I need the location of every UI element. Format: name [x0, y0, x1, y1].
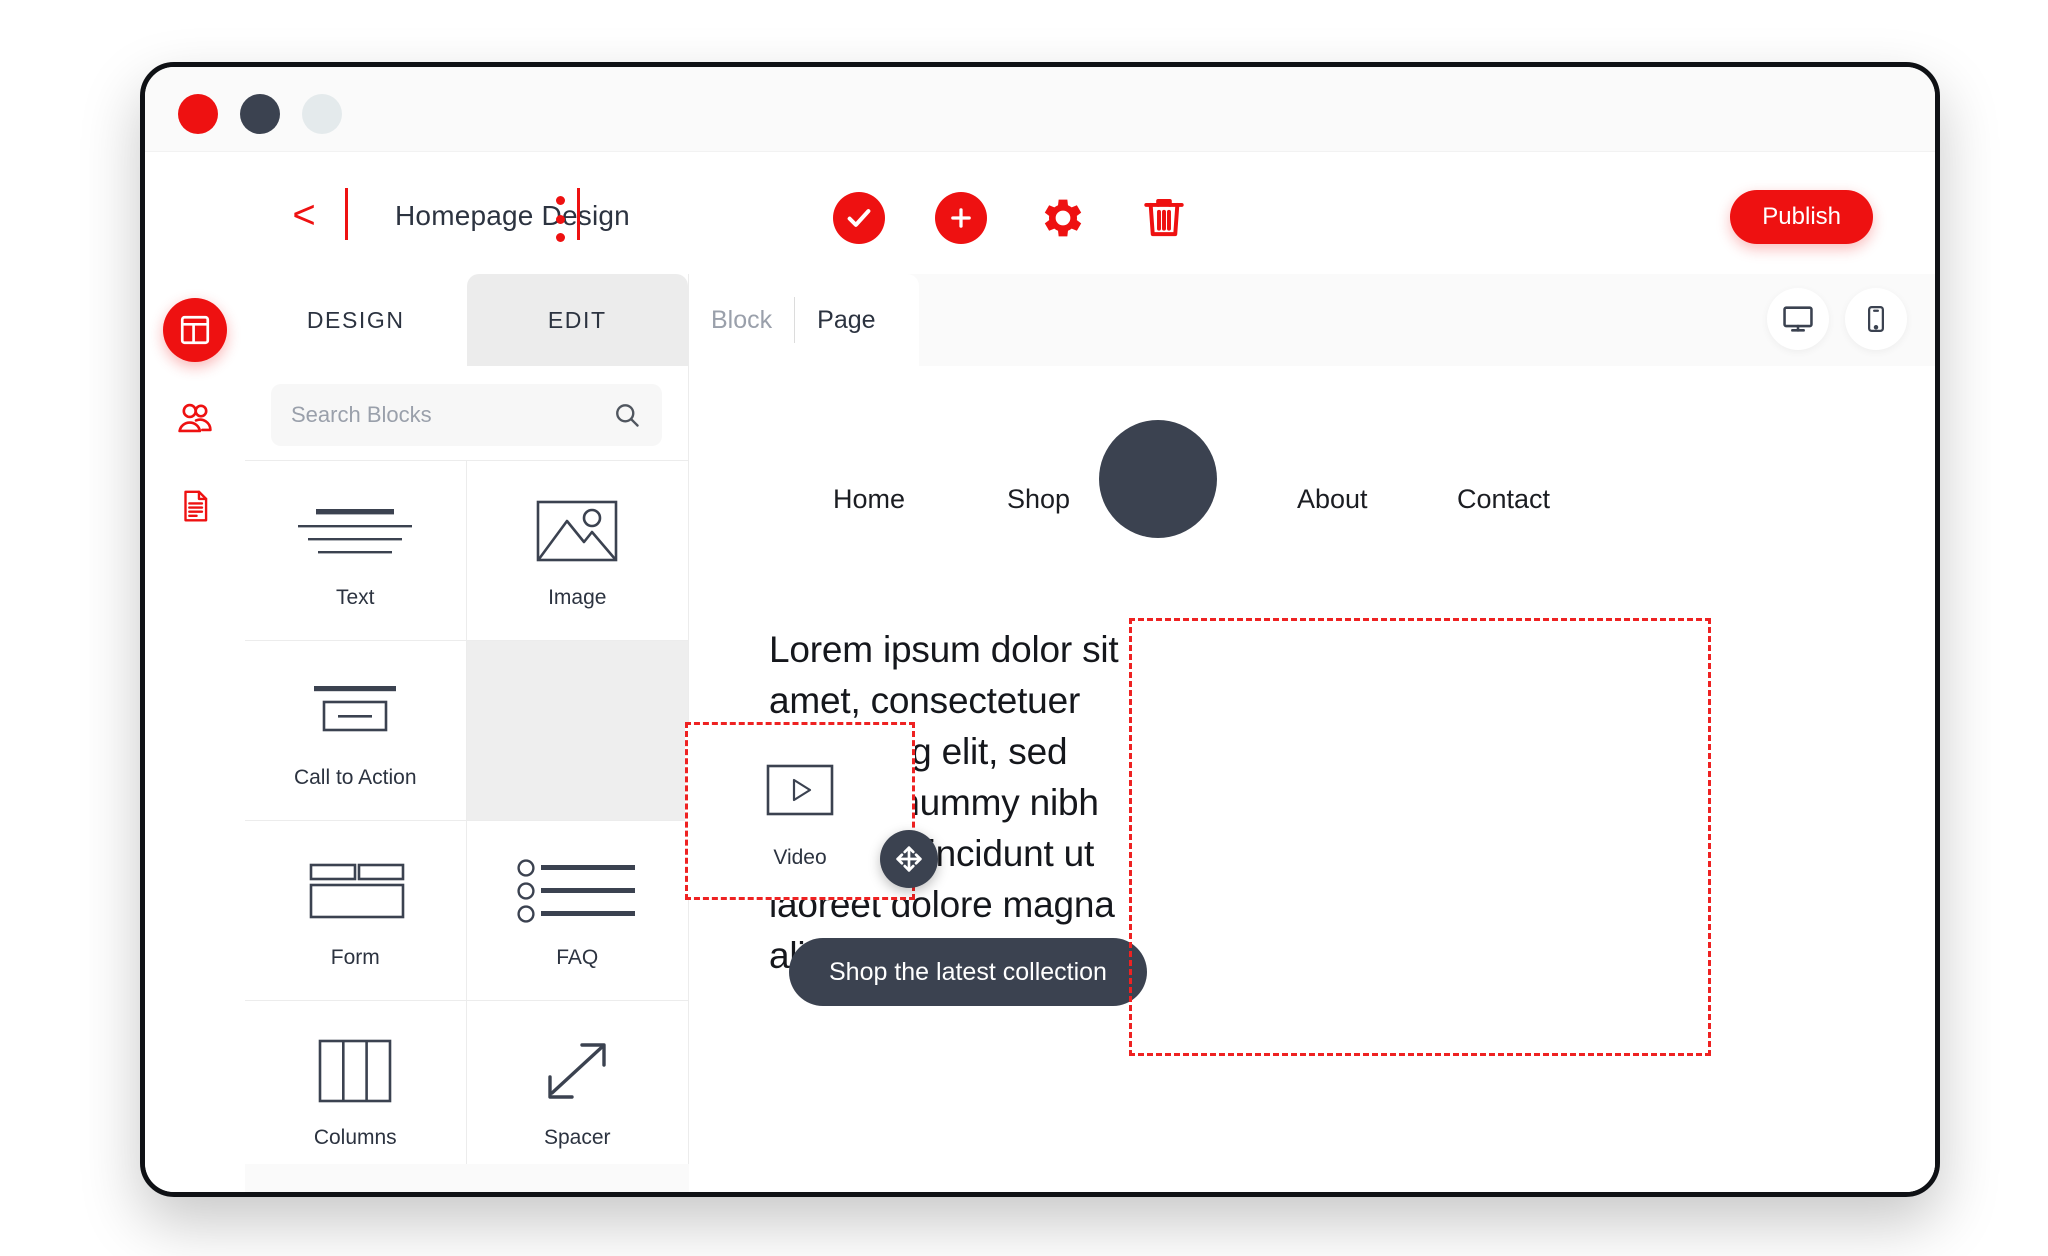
site-nav: Home Shop About Contact — [689, 396, 1935, 556]
settings-button[interactable] — [1037, 192, 1089, 244]
columns-icon — [315, 1032, 395, 1110]
search-box[interactable] — [271, 384, 662, 446]
toolbar-actions — [833, 192, 1191, 244]
tab-block[interactable]: Block — [689, 306, 794, 335]
desktop-view-button[interactable] — [1767, 288, 1829, 350]
video-icon — [754, 752, 846, 830]
publish-button[interactable]: Publish — [1730, 190, 1873, 244]
block-label: Text — [335, 585, 375, 609]
spacer-arrow-icon — [538, 1032, 616, 1110]
nav-link-contact[interactable]: Contact — [1457, 484, 1550, 515]
nav-link-about[interactable]: About — [1297, 484, 1368, 515]
cta-icon — [300, 672, 410, 750]
block-item-image[interactable]: Image — [466, 461, 688, 641]
block-label: Columns — [313, 1125, 397, 1149]
app-window: < Homepage Design Publish DESIGN EDIT Se… — [140, 62, 1940, 1197]
sidebar-item-layout[interactable] — [163, 298, 227, 362]
search-container — [245, 366, 688, 460]
maximize-window-button[interactable] — [302, 94, 342, 134]
window-titlebar — [145, 67, 1935, 152]
block-label: Spacer — [543, 1125, 611, 1149]
search-icon[interactable] — [612, 400, 662, 430]
device-toggle — [1767, 288, 1907, 350]
approve-button[interactable] — [833, 192, 885, 244]
block-item-text[interactable]: Text — [245, 461, 467, 641]
tab-design[interactable]: DESIGN — [245, 274, 467, 366]
sidebar-item-pages[interactable] — [163, 474, 227, 538]
minimize-window-button[interactable] — [240, 94, 280, 134]
block-grid: Text Image Call to Action Form FAQ Colum… — [245, 460, 688, 1181]
move-icon[interactable] — [880, 830, 938, 888]
block-item-spacer[interactable]: Spacer — [466, 1001, 688, 1181]
block-label: FAQ — [556, 945, 599, 969]
users-icon — [178, 403, 212, 433]
block-label: Image — [548, 585, 607, 609]
page-title: Homepage Design — [395, 200, 630, 231]
shop-latest-collection-button[interactable]: Shop the latest collection — [789, 938, 1147, 1006]
panel-bottom-strip — [245, 1164, 689, 1192]
search-input[interactable] — [271, 384, 612, 446]
left-rail — [145, 274, 245, 1192]
nav-link-shop[interactable]: Shop — [1007, 484, 1070, 515]
faq-icon — [515, 852, 639, 930]
block-item-call-to-action[interactable]: Call to Action — [245, 641, 467, 821]
toolbar-divider-left — [345, 188, 348, 240]
image-icon — [534, 492, 620, 570]
text-lines-icon — [290, 492, 420, 570]
back-icon[interactable]: < — [283, 194, 325, 236]
document-icon — [184, 490, 208, 522]
nav-link-home[interactable]: Home — [833, 484, 905, 515]
drag-preview-label: Video — [773, 846, 827, 869]
form-icon — [305, 852, 405, 930]
block-label: Call to Action — [293, 765, 417, 789]
block-label: Form — [330, 945, 380, 969]
layout-icon — [180, 315, 210, 345]
delete-button[interactable] — [1139, 192, 1191, 244]
sidebar-item-people[interactable] — [163, 386, 227, 450]
smartphone-icon — [1868, 306, 1884, 332]
close-window-button[interactable] — [178, 94, 218, 134]
tab-edit[interactable]: EDIT — [466, 274, 688, 366]
panel-tabs: DESIGN EDIT — [245, 274, 688, 366]
monitor-icon — [1783, 306, 1813, 332]
check-circle-icon — [833, 192, 885, 244]
gear-icon — [1044, 199, 1082, 237]
canvas-topbar: Block Page — [689, 274, 1935, 366]
block-item-form[interactable]: Form — [245, 821, 467, 1001]
block-item-video[interactable] — [466, 641, 688, 821]
site-logo[interactable] — [1099, 420, 1217, 538]
toolbar-divider-right — [577, 188, 580, 240]
canvas-tabs: Block Page — [689, 274, 919, 366]
block-item-columns[interactable]: Columns — [245, 1001, 467, 1181]
editor-toolbar: < Homepage Design Publish — [145, 152, 1935, 274]
block-item-faq[interactable]: FAQ — [466, 821, 688, 1001]
tab-page[interactable]: Page — [795, 306, 897, 335]
add-button[interactable] — [935, 192, 987, 244]
drag-preview-video[interactable]: Video — [685, 722, 915, 900]
more-vertical-icon[interactable] — [549, 196, 571, 242]
plus-circle-icon — [935, 192, 987, 244]
mobile-view-button[interactable] — [1845, 288, 1907, 350]
drop-zone[interactable] — [1129, 618, 1711, 1056]
blocks-panel: DESIGN EDIT Search Blocks Text Image Cal… — [245, 274, 689, 1192]
trash-icon — [1144, 198, 1184, 237]
